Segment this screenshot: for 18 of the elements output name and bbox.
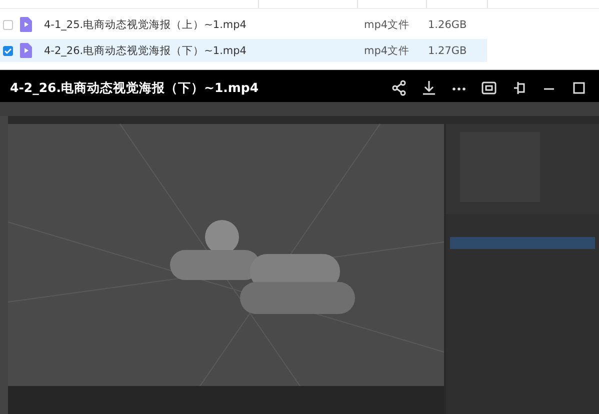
download-icon[interactable] (421, 80, 437, 96)
video-file-icon (20, 43, 32, 58)
pin-icon[interactable] (511, 80, 527, 96)
file-type: mp4文件 (364, 18, 411, 32)
share-icon[interactable] (391, 80, 407, 96)
checkbox[interactable] (3, 46, 13, 56)
checkbox[interactable] (3, 20, 13, 30)
picture-in-picture-icon[interactable] (481, 80, 497, 96)
video-file-icon (20, 17, 32, 32)
file-type: mp4文件 (364, 44, 411, 58)
file-size: 1.26GB (428, 18, 468, 30)
file-name: 4-2_26.电商动态视觉海报（下）~1.mp4 (44, 44, 248, 58)
file-name: 4-1_25.电商动态视觉海报（上）~1.mp4 (44, 18, 248, 32)
maximize-icon[interactable] (571, 80, 587, 96)
file-size: 1.27GB (428, 44, 468, 56)
video-title: 4-2_26.电商动态视觉海报（下）~1.mp4 (10, 80, 260, 96)
file-row[interactable]: 4-2_26.电商动态视觉海报（下）~1.mp4 mp4文件 1.27GB (0, 39, 487, 62)
file-row[interactable]: 4-1_25.电商动态视觉海报（上）~1.mp4 mp4文件 1.26GB (0, 13, 487, 36)
